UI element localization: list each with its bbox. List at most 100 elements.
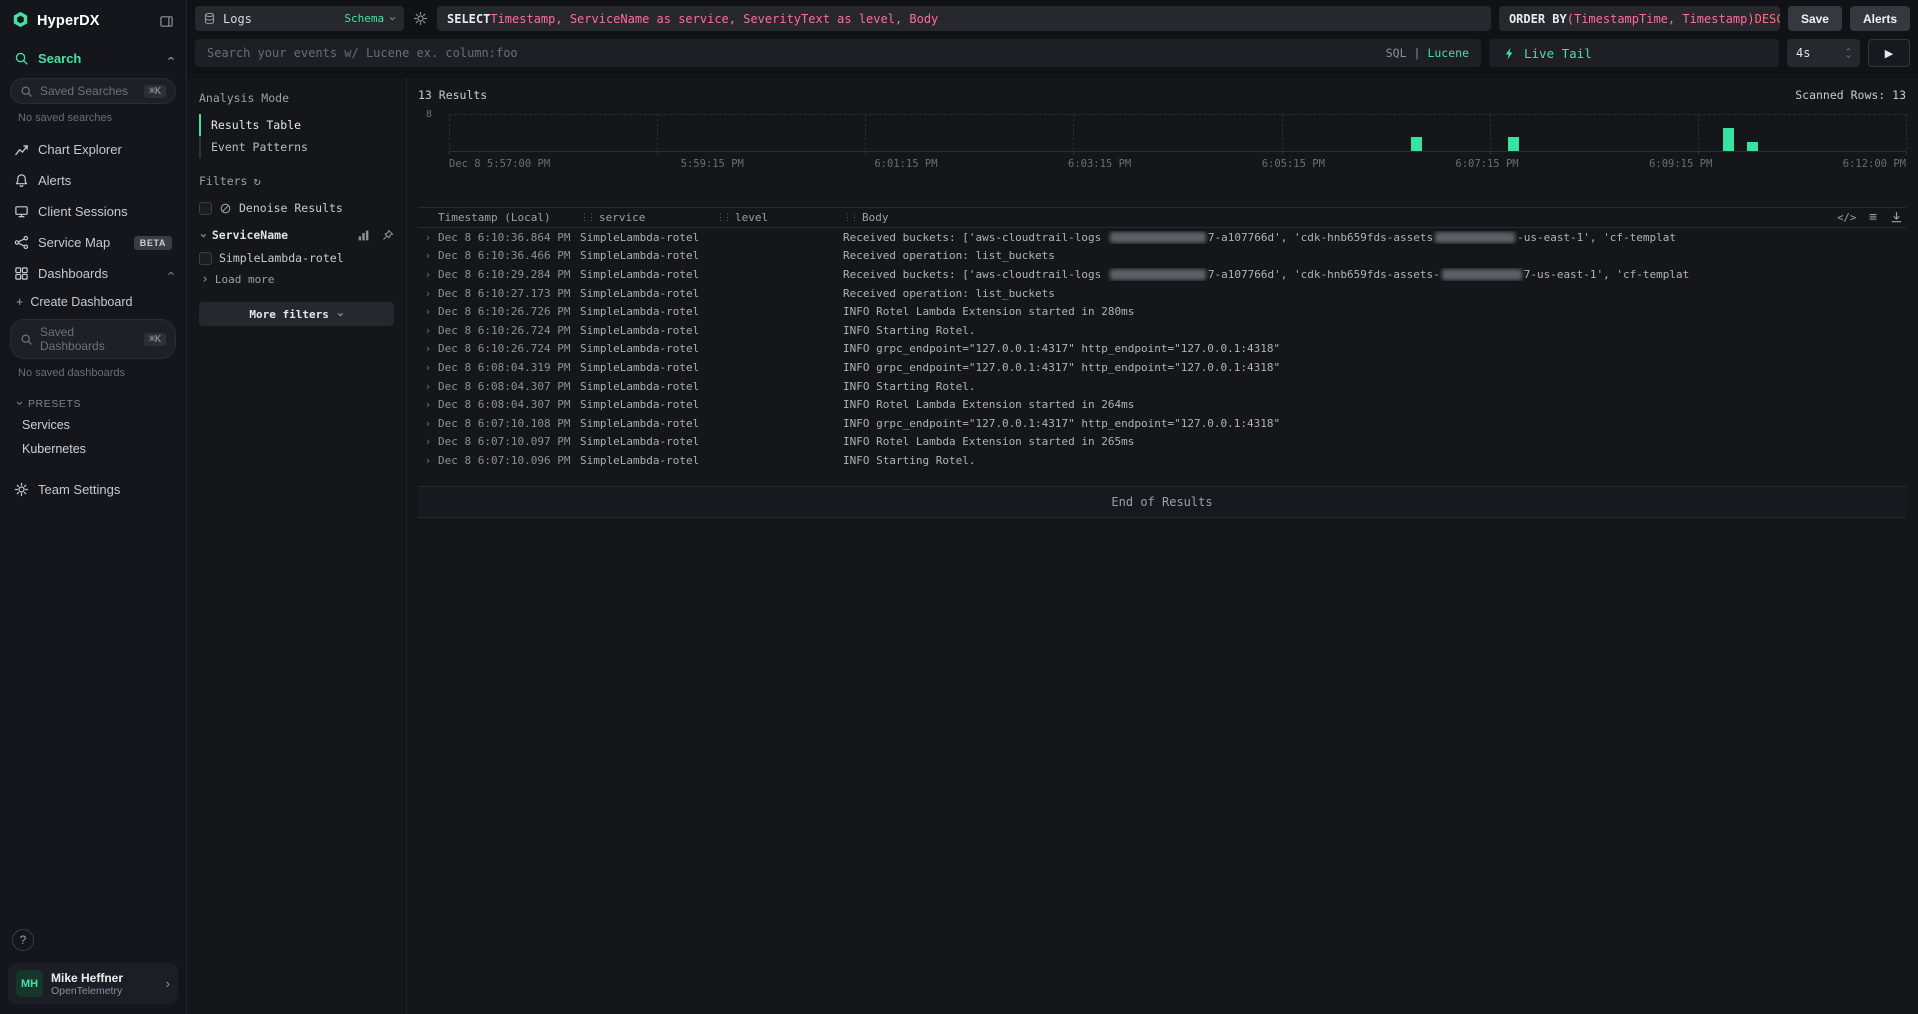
sql-mode-button[interactable]: SQL <box>1386 46 1407 60</box>
table-row[interactable]: › Dec 8 6:07:10.097 PM SimpleLambda-rote… <box>418 433 1906 452</box>
row-body: INFO Rotel Lambda Extension started in 2… <box>843 435 1906 448</box>
app-root: HyperDX Search › Saved Searches ⌘K No sa… <box>0 0 1918 1014</box>
refresh-interval-select[interactable]: 4s › › <box>1787 39 1860 67</box>
more-filters-button[interactable]: More filters › <box>199 302 394 326</box>
sidebar-collapse-icon[interactable] <box>159 14 174 29</box>
sidebar-item-alerts[interactable]: Alerts <box>8 166 178 195</box>
live-tail-button[interactable]: Live Tail <box>1489 39 1779 67</box>
save-button[interactable]: Save <box>1788 6 1842 31</box>
row-expand-icon[interactable]: › <box>425 249 432 262</box>
event-search-input[interactable]: Search your events w/ Lucene ex. column:… <box>195 39 1481 67</box>
column-service[interactable]: ⋮⋮ service <box>580 211 716 224</box>
column-body[interactable]: ⋮⋮ Body </> ≡ <box>843 210 1906 225</box>
row-expand-icon[interactable]: › <box>425 305 432 318</box>
row-expand-icon[interactable]: › <box>425 342 432 355</box>
table-row[interactable]: › Dec 8 6:10:29.284 PM SimpleLambda-rote… <box>418 265 1906 284</box>
column-level[interactable]: ⋮⋮ level <box>716 211 843 224</box>
histogram-bar[interactable] <box>1747 142 1758 151</box>
facet-pin-icon[interactable] <box>381 229 394 242</box>
schema-link[interactable]: Schema › <box>344 12 396 25</box>
orderby-direction: DESC <box>1755 12 1780 26</box>
row-density-icon[interactable]: ≡ <box>1869 210 1877 225</box>
run-query-button[interactable]: ▶ <box>1868 39 1910 67</box>
drag-handle-icon[interactable]: ⋮⋮ <box>843 213 857 223</box>
row-expand-icon[interactable]: › <box>425 454 432 467</box>
row-expand-icon[interactable]: › <box>425 435 432 448</box>
row-body: INFO Rotel Lambda Extension started in 2… <box>843 398 1906 411</box>
histogram-bar[interactable] <box>1411 137 1422 151</box>
select-query-input[interactable]: SELECT Timestamp, ServiceName as service… <box>437 6 1491 31</box>
row-service: SimpleLambda-rotel <box>580 361 716 374</box>
presets-toggle[interactable]: › PRESETS <box>8 389 178 413</box>
chevron-up-icon[interactable]: › <box>163 271 176 275</box>
row-timestamp: Dec 8 6:10:27.173 PM <box>438 287 580 300</box>
row-timestamp: Dec 8 6:10:36.864 PM <box>438 231 580 244</box>
table-row[interactable]: › Dec 8 6:08:04.319 PM SimpleLambda-rote… <box>418 358 1906 377</box>
orderby-expression: (TimestampTime, Timestamp) <box>1567 12 1755 26</box>
drag-handle-icon[interactable]: ⋮⋮ <box>580 213 594 223</box>
table-row[interactable]: › Dec 8 6:10:26.724 PM SimpleLambda-rote… <box>418 321 1906 340</box>
facet-servicename[interactable]: › ServiceName <box>199 219 394 247</box>
lucene-mode-button[interactable]: Lucene <box>1427 46 1469 60</box>
sidebar-item-team-settings[interactable]: Team Settings <box>8 475 178 504</box>
row-expand-icon[interactable]: › <box>425 398 432 411</box>
facet-value-checkbox[interactable] <box>199 252 212 265</box>
source-select[interactable]: Logs Schema › <box>195 6 404 31</box>
row-expand-icon[interactable]: › <box>425 380 432 393</box>
table-row[interactable]: › Dec 8 6:10:26.726 PM SimpleLambda-rote… <box>418 302 1906 321</box>
download-icon[interactable] <box>1890 211 1903 224</box>
facet-chart-icon[interactable] <box>357 229 370 242</box>
facet-value-row[interactable]: SimpleLambda-rotel <box>199 247 394 269</box>
create-dashboard-button[interactable]: + Create Dashboard <box>8 289 178 315</box>
preset-item-services[interactable]: Services <box>8 413 178 437</box>
query-settings-gear-icon[interactable] <box>412 6 429 31</box>
load-more-button[interactable]: › Load more <box>199 269 394 294</box>
denoise-toggle[interactable]: Denoise Results <box>199 197 394 219</box>
preset-item-kubernetes[interactable]: Kubernetes <box>8 437 178 461</box>
column-timestamp[interactable]: Timestamp (Local) <box>438 211 580 224</box>
more-filters-label: More filters <box>249 308 328 321</box>
results-histogram: 8 Dec 8 5:57:00 PM5:59:15 PM6:01:15 PM6:… <box>418 114 1906 170</box>
histogram-bar[interactable] <box>1723 128 1734 151</box>
help-button[interactable]: ? <box>12 929 34 951</box>
sidebar-item-service-map[interactable]: Service Map BETA <box>8 228 178 257</box>
row-expand-icon[interactable]: › <box>425 268 432 281</box>
table-row[interactable]: › Dec 8 6:10:27.173 PM SimpleLambda-rote… <box>418 284 1906 303</box>
chevron-up-icon[interactable]: › <box>163 56 176 60</box>
row-service: SimpleLambda-rotel <box>580 435 716 448</box>
table-row[interactable]: › Dec 8 6:08:04.307 PM SimpleLambda-rote… <box>418 395 1906 414</box>
mode-results-table[interactable]: Results Table <box>199 114 394 136</box>
sidebar-item-client-sessions[interactable]: Client Sessions <box>8 197 178 226</box>
table-row[interactable]: › Dec 8 6:08:04.307 PM SimpleLambda-rote… <box>418 377 1906 396</box>
alerts-button[interactable]: Alerts <box>1850 6 1910 31</box>
table-row[interactable]: › Dec 8 6:07:10.108 PM SimpleLambda-rote… <box>418 414 1906 433</box>
mode-event-patterns[interactable]: Event Patterns <box>199 136 394 158</box>
row-expand-icon[interactable]: › <box>425 417 432 430</box>
row-expand-icon[interactable]: › <box>425 231 432 244</box>
denoise-checkbox[interactable] <box>199 202 212 215</box>
row-expand-icon[interactable]: › <box>425 324 432 337</box>
sidebar-item-search[interactable]: Search › <box>8 44 178 73</box>
redacted-text <box>1110 269 1206 280</box>
sidebar-item-chart-explorer[interactable]: Chart Explorer <box>8 135 178 164</box>
refresh-icon[interactable]: ↻ <box>253 174 260 188</box>
orderby-input[interactable]: ORDER BY (TimestampTime, Timestamp) DESC <box>1499 6 1780 31</box>
table-row[interactable]: › Dec 8 6:10:36.466 PM SimpleLambda-rote… <box>418 247 1906 266</box>
table-row[interactable]: › Dec 8 6:07:10.096 PM SimpleLambda-rote… <box>418 451 1906 470</box>
row-expand-icon[interactable]: › <box>425 361 432 374</box>
row-expand-icon[interactable]: › <box>425 287 432 300</box>
user-menu[interactable]: MH Mike Heffner OpenTelemetry › <box>8 963 178 1004</box>
table-row[interactable]: › Dec 8 6:10:36.864 PM SimpleLambda-rote… <box>418 228 1906 247</box>
saved-dashboards-input[interactable]: Saved Dashboards ⌘K <box>10 319 176 359</box>
drag-handle-icon[interactable]: ⋮⋮ <box>716 213 730 223</box>
saved-searches-input[interactable]: Saved Searches ⌘K <box>10 78 176 104</box>
sidebar-item-dashboards[interactable]: Dashboards › <box>8 259 178 288</box>
histogram-bar[interactable] <box>1508 137 1519 151</box>
interval-steppers[interactable]: › › <box>1846 46 1851 60</box>
table-row[interactable]: › Dec 8 6:10:26.724 PM SimpleLambda-rote… <box>418 340 1906 359</box>
scanned-rows: Scanned Rows: 13 <box>1795 88 1906 102</box>
main-area: Logs Schema › SELECT Timestamp, ServiceN… <box>187 0 1918 1014</box>
database-icon <box>203 12 216 25</box>
source-code-icon[interactable]: </> <box>1837 212 1856 224</box>
histogram-plot[interactable] <box>449 114 1906 152</box>
